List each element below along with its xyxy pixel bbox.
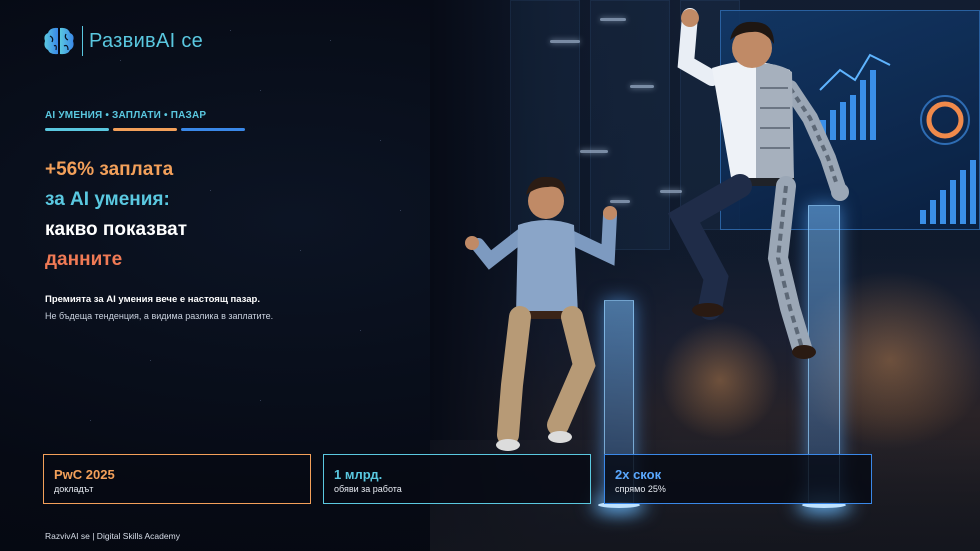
stat-card-pwc[interactable]: PwC 2025 докладът: [43, 454, 311, 504]
cyborg-man-illustration: [667, 8, 849, 359]
brand-name: РазвивAI се: [89, 29, 204, 52]
headline-line-1: +56% заплата: [45, 159, 174, 180]
headline: +56% заплата за AI умения: какво показва…: [45, 155, 187, 275]
lead-text: Премията за AI умения вече е настоящ паз…: [45, 294, 260, 305]
stat-card-subtitle: докладът: [54, 484, 94, 494]
stat-card-subtitle: спрямо 25%: [615, 484, 666, 494]
accent-stripe: [45, 128, 109, 131]
headline-line-3: какво показват: [45, 219, 188, 240]
jumping-man-illustration: [465, 176, 617, 451]
headline-line-2: за AI умения:: [45, 189, 170, 210]
stat-card-title: PwC 2025: [54, 467, 115, 482]
hero-banner: РазвивAI се AI УМЕНИЯ • ЗАПЛАТИ • ПАЗАР …: [0, 0, 980, 551]
brand-logo[interactable]: РазвивAI се: [42, 24, 203, 58]
stat-card-subtitle: обяви за работа: [334, 484, 402, 494]
accent-stripe: [113, 128, 177, 131]
footer-text: RazvivAI se | Digital Skills Academy: [45, 531, 180, 541]
brain-icon: [44, 27, 74, 55]
stat-card-title: 2x скок: [615, 467, 662, 482]
stat-card-growth[interactable]: 2x скок спрямо 25%: [604, 454, 872, 504]
stat-card-title: 1 млрд.: [334, 467, 383, 482]
logo-divider: [82, 26, 83, 56]
headline-line-4: данните: [45, 249, 123, 270]
sub-text: Не бъдеща тенденция, а видима разлика в …: [45, 311, 274, 321]
accent-stripes: [45, 128, 245, 131]
stat-card-job-ads[interactable]: 1 млрд. обяви за работа: [323, 454, 591, 504]
tagline: AI УМЕНИЯ • ЗАПЛАТИ • ПАЗАР: [45, 110, 207, 121]
accent-stripe: [181, 128, 245, 131]
